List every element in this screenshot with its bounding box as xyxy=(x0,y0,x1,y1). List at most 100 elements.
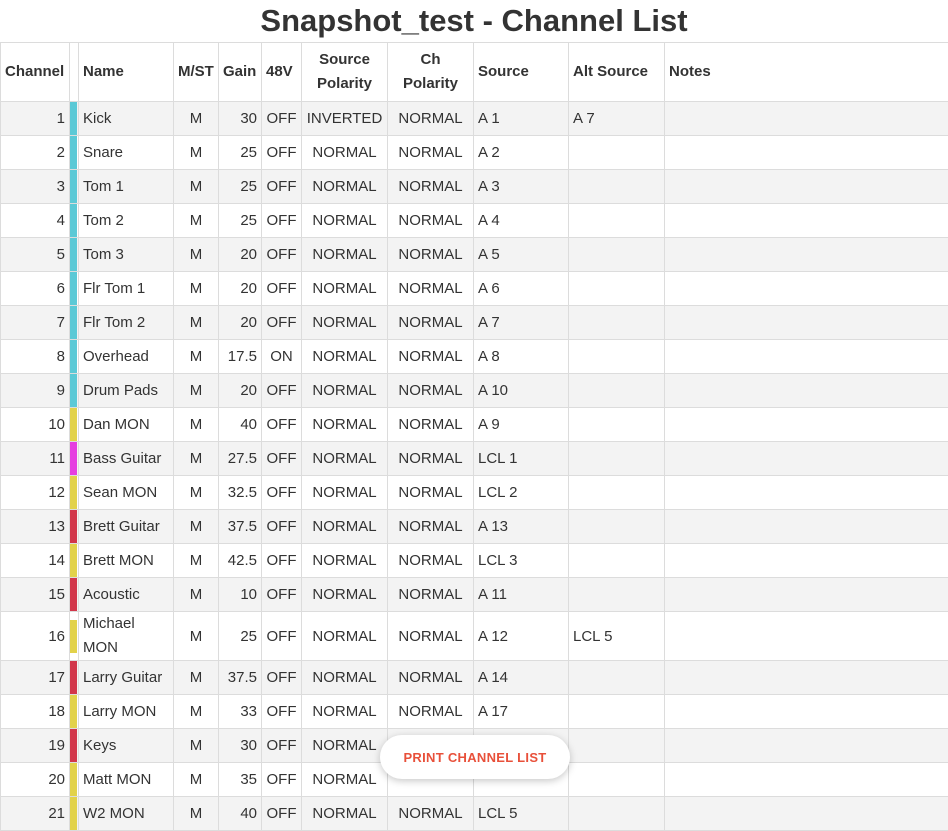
cell-notes xyxy=(665,476,948,510)
cell-gain: 40 xyxy=(219,797,262,831)
cell-color xyxy=(70,729,79,763)
cell-color xyxy=(70,136,79,170)
cell-48v: ON xyxy=(262,340,302,374)
cell-notes xyxy=(665,374,948,408)
cell-mst: M xyxy=(174,238,219,272)
channel-color-swatch xyxy=(70,272,77,305)
column-header-name[interactable]: Name xyxy=(79,43,174,102)
table-row[interactable]: 4Tom 2M25OFFNORMALNORMALA 4 xyxy=(1,204,948,238)
cell-alt-source xyxy=(569,797,665,831)
cell-48v: OFF xyxy=(262,442,302,476)
channel-color-swatch xyxy=(70,306,77,339)
column-header-gain[interactable]: Gain xyxy=(219,43,262,102)
table-row[interactable]: 2SnareM25OFFNORMALNORMALA 2 xyxy=(1,136,948,170)
cell-notes xyxy=(665,102,948,136)
column-header-mst[interactable]: M/ST xyxy=(174,43,219,102)
channel-color-swatch xyxy=(70,238,77,271)
table-row[interactable]: 8OverheadM17.5ONNORMALNORMALA 8 xyxy=(1,340,948,374)
cell-gain: 20 xyxy=(219,272,262,306)
cell-name: Drum Pads xyxy=(79,374,174,408)
cell-48v: OFF xyxy=(262,204,302,238)
cell-channel: 6 xyxy=(1,272,70,306)
table-row[interactable]: 11Bass GuitarM27.5OFFNORMALNORMALLCL 1 xyxy=(1,442,948,476)
column-header-ch-polarity[interactable]: Ch Polarity xyxy=(388,43,474,102)
column-header-channel[interactable]: Channel xyxy=(1,43,70,102)
cell-gain: 42.5 xyxy=(219,544,262,578)
channel-color-swatch xyxy=(70,204,77,237)
cell-gain: 17.5 xyxy=(219,340,262,374)
cell-ch-polarity: NORMAL xyxy=(388,661,474,695)
table-row[interactable]: 9Drum PadsM20OFFNORMALNORMALA 10 xyxy=(1,374,948,408)
column-header-alt-source[interactable]: Alt Source xyxy=(569,43,665,102)
table-row[interactable]: 21W2 MONM40OFFNORMALNORMALLCL 5 xyxy=(1,797,948,831)
cell-gain: 20 xyxy=(219,374,262,408)
channel-color-swatch xyxy=(70,102,77,135)
cell-mst: M xyxy=(174,510,219,544)
cell-alt-source xyxy=(569,238,665,272)
channel-color-swatch xyxy=(70,729,77,762)
cell-source-polarity: NORMAL xyxy=(302,340,388,374)
cell-alt-source xyxy=(569,374,665,408)
cell-mst: M xyxy=(174,729,219,763)
channel-color-swatch xyxy=(70,578,77,611)
cell-alt-source xyxy=(569,408,665,442)
column-header-48v[interactable]: 48V xyxy=(262,43,302,102)
channel-color-swatch xyxy=(70,510,77,543)
cell-source: A 13 xyxy=(474,510,569,544)
cell-channel: 2 xyxy=(1,136,70,170)
table-row[interactable]: 16Michael MONM25OFFNORMALNORMALA 12LCL 5 xyxy=(1,612,948,661)
cell-channel: 20 xyxy=(1,763,70,797)
cell-source: A 2 xyxy=(474,136,569,170)
cell-notes xyxy=(665,408,948,442)
cell-48v: OFF xyxy=(262,544,302,578)
table-row[interactable]: 12Sean MONM32.5OFFNORMALNORMALLCL 2 xyxy=(1,476,948,510)
table-row[interactable]: 1KickM30OFFINVERTEDNORMALA 1A 7 xyxy=(1,102,948,136)
print-channel-list-button[interactable]: PRINT CHANNEL LIST xyxy=(380,735,570,779)
cell-gain: 40 xyxy=(219,408,262,442)
channel-color-swatch xyxy=(70,661,77,694)
cell-gain: 37.5 xyxy=(219,510,262,544)
cell-channel: 19 xyxy=(1,729,70,763)
cell-color xyxy=(70,661,79,695)
table-row[interactable]: 14Brett MONM42.5OFFNORMALNORMALLCL 3 xyxy=(1,544,948,578)
cell-mst: M xyxy=(174,476,219,510)
cell-mst: M xyxy=(174,102,219,136)
column-header-source[interactable]: Source xyxy=(474,43,569,102)
column-header-notes[interactable]: Notes xyxy=(665,43,948,102)
table-row[interactable]: 5Tom 3M20OFFNORMALNORMALA 5 xyxy=(1,238,948,272)
column-header-source-polarity[interactable]: Source Polarity xyxy=(302,43,388,102)
cell-name: Tom 1 xyxy=(79,170,174,204)
channel-color-swatch xyxy=(70,797,77,830)
cell-notes xyxy=(665,442,948,476)
table-row[interactable]: 13Brett GuitarM37.5OFFNORMALNORMALA 13 xyxy=(1,510,948,544)
cell-alt-source: A 7 xyxy=(569,102,665,136)
table-row[interactable]: 18Larry MONM33OFFNORMALNORMALA 17 xyxy=(1,695,948,729)
cell-source: A 12 xyxy=(474,612,569,661)
table-row[interactable]: 15AcousticM10OFFNORMALNORMALA 11 xyxy=(1,578,948,612)
cell-source: A 9 xyxy=(474,408,569,442)
channel-color-swatch xyxy=(70,544,77,577)
cell-name: Brett MON xyxy=(79,544,174,578)
cell-channel: 18 xyxy=(1,695,70,729)
cell-gain: 25 xyxy=(219,170,262,204)
channel-color-swatch xyxy=(70,374,77,407)
cell-gain: 25 xyxy=(219,204,262,238)
table-row[interactable]: 17Larry GuitarM37.5OFFNORMALNORMALA 14 xyxy=(1,661,948,695)
cell-48v: OFF xyxy=(262,763,302,797)
cell-ch-polarity: NORMAL xyxy=(388,340,474,374)
table-row[interactable]: 6Flr Tom 1M20OFFNORMALNORMALA 6 xyxy=(1,272,948,306)
cell-alt-source xyxy=(569,340,665,374)
cell-channel: 14 xyxy=(1,544,70,578)
cell-source-polarity: NORMAL xyxy=(302,306,388,340)
cell-mst: M xyxy=(174,136,219,170)
cell-source-polarity: NORMAL xyxy=(302,374,388,408)
table-row[interactable]: 7Flr Tom 2M20OFFNORMALNORMALA 7 xyxy=(1,306,948,340)
cell-source: A 4 xyxy=(474,204,569,238)
cell-mst: M xyxy=(174,204,219,238)
cell-ch-polarity: NORMAL xyxy=(388,578,474,612)
cell-mst: M xyxy=(174,544,219,578)
cell-gain: 25 xyxy=(219,136,262,170)
cell-source: A 14 xyxy=(474,661,569,695)
table-row[interactable]: 10Dan MONM40OFFNORMALNORMALA 9 xyxy=(1,408,948,442)
table-row[interactable]: 3Tom 1M25OFFNORMALNORMALA 3 xyxy=(1,170,948,204)
